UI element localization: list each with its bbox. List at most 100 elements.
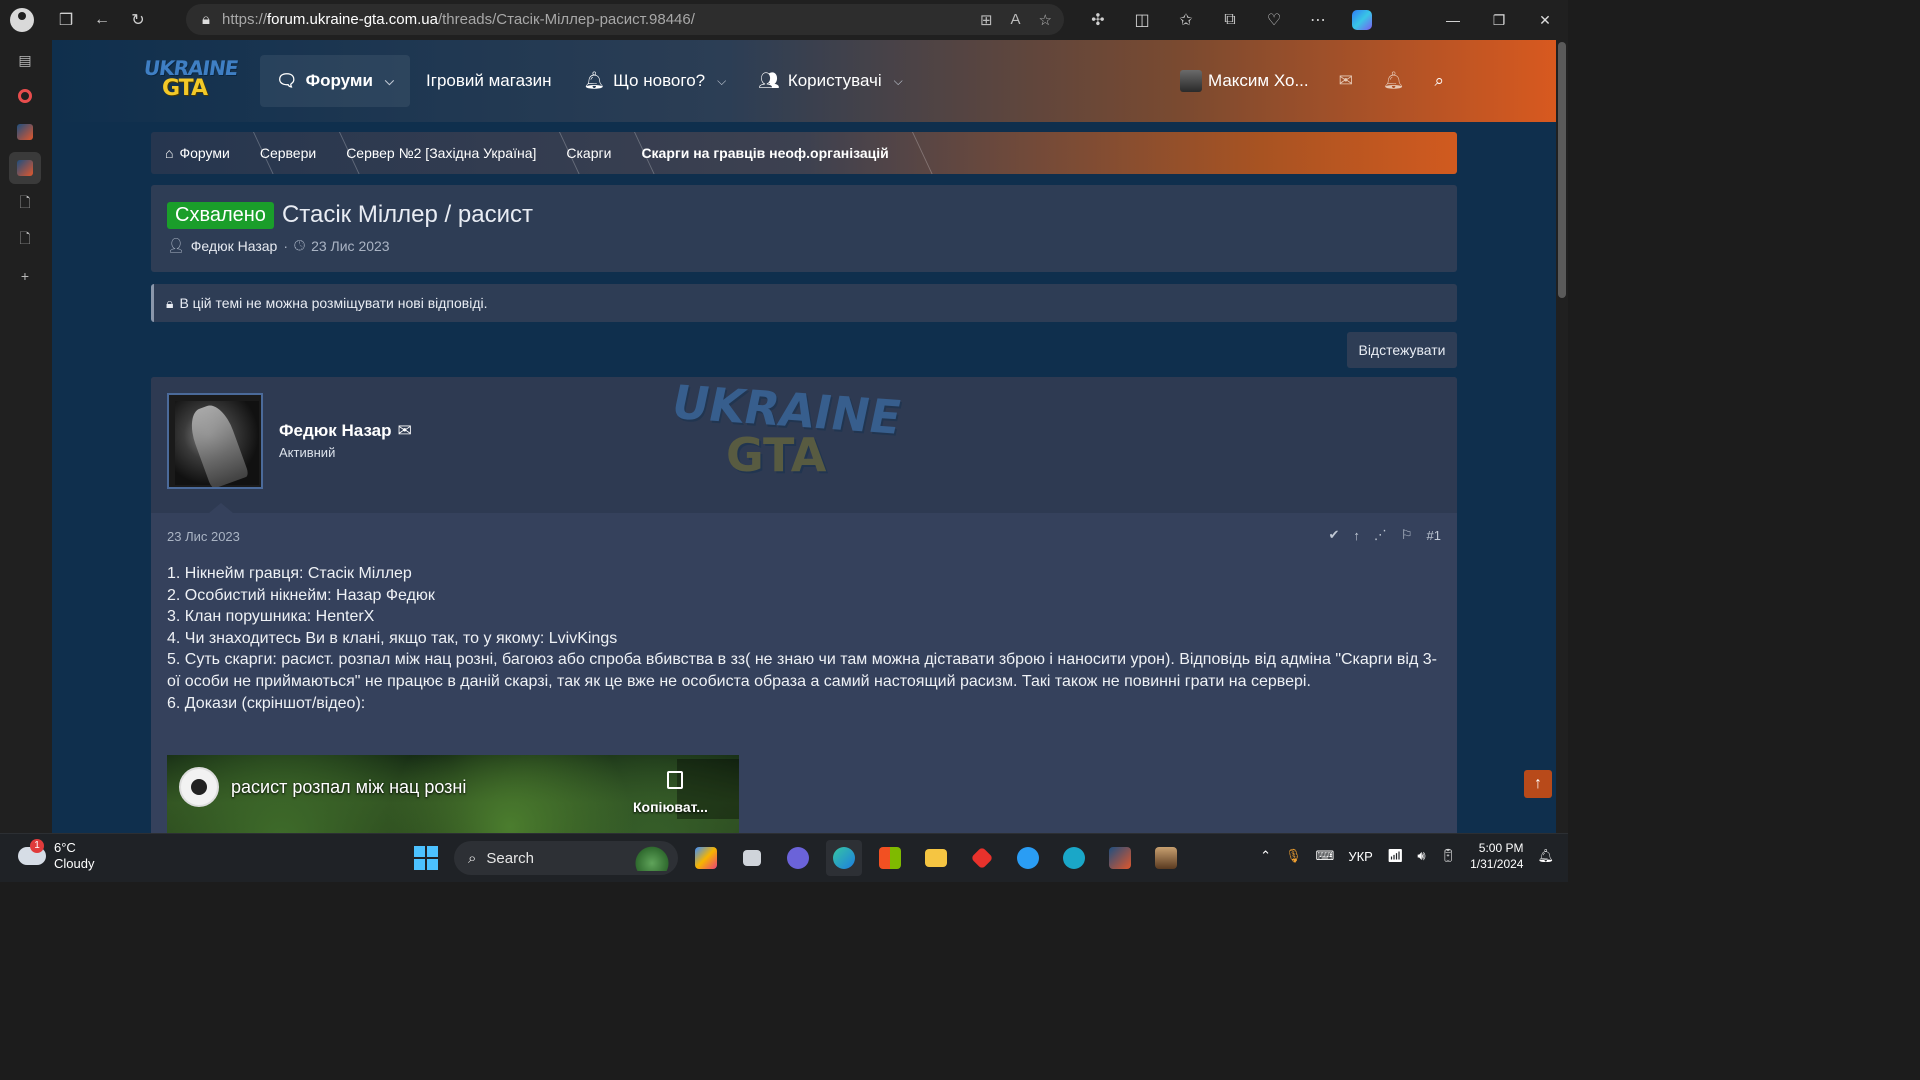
chevron-down-icon[interactable]: ⌵ xyxy=(385,74,394,89)
copy-link-label[interactable]: Копіюват... xyxy=(633,799,708,815)
tab-recording-icon[interactable] xyxy=(9,80,41,112)
chevron-down-icon[interactable]: ⌵ xyxy=(894,74,903,89)
arrow-up-icon[interactable]: ↑ xyxy=(1353,528,1360,543)
channel-avatar[interactable] xyxy=(179,767,219,807)
copy-icon[interactable] xyxy=(667,771,683,789)
split-screen-icon[interactable]: ◫ xyxy=(1124,4,1160,36)
post-date[interactable]: 23 Лис 2023 xyxy=(167,529,240,544)
clock[interactable]: 5:00 PM 1/31/2024 xyxy=(1470,840,1523,872)
workspaces-icon[interactable]: ❒ xyxy=(48,4,84,36)
volume-icon[interactable]: 🔊︎ xyxy=(1417,848,1425,864)
search-icon[interactable]: ⌕ xyxy=(1434,71,1444,91)
copilot-icon[interactable] xyxy=(1344,4,1380,36)
chat-icon: 🗨︎ xyxy=(276,71,298,90)
notification-bell-icon[interactable]: 🔔︎ xyxy=(1537,848,1554,864)
minimize-icon[interactable]: — xyxy=(1430,0,1476,40)
taskbar-search[interactable]: ⌕ Search xyxy=(454,841,678,875)
check-circle-icon[interactable]: ✔ xyxy=(1328,527,1339,543)
task-view-icon[interactable] xyxy=(734,840,770,876)
post-number[interactable]: #1 xyxy=(1427,528,1441,543)
edge-icon[interactable] xyxy=(826,840,862,876)
breadcrumb-forums[interactable]: ⌂ Форуми xyxy=(151,132,246,174)
inbox-icon[interactable]: ✉ xyxy=(1339,71,1353,91)
language-indicator[interactable]: УКР xyxy=(1348,849,1373,864)
nav-whats-new[interactable]: 🔔︎ Що нового? ⌵ xyxy=(568,55,743,107)
post-username[interactable]: Федюк Назар ✉ xyxy=(279,421,412,441)
app-red-diamond-icon[interactable] xyxy=(964,840,1000,876)
breadcrumb-servers[interactable]: Сервери xyxy=(246,132,332,174)
thread-date[interactable]: 23 Лис 2023 xyxy=(311,238,390,254)
video-embed[interactable]: расист розпал між нац розні Копіюват... xyxy=(167,755,739,833)
app-wave-icon[interactable] xyxy=(1056,840,1092,876)
post-line: 6. Докази (скріншот/відео): xyxy=(167,694,366,712)
thread-author-link[interactable]: Федюк Назар xyxy=(191,238,278,254)
avatar[interactable] xyxy=(167,393,263,489)
nav-game-shop[interactable]: Ігровий магазин xyxy=(410,55,568,107)
start-icon[interactable] xyxy=(408,840,444,876)
video-title[interactable]: расист розпал між нац розні xyxy=(231,777,466,798)
site-logo[interactable]: UKRAINE GTA xyxy=(142,56,239,102)
help-icon[interactable] xyxy=(1010,840,1046,876)
chevron-up-icon[interactable]: ⌃ xyxy=(1260,848,1271,864)
breadcrumb-complaints[interactable]: Скарги xyxy=(552,132,627,174)
main-nav: 🗨︎ Форуми ⌵ Ігровий магазин 🔔︎ Що нового… xyxy=(260,40,919,122)
tab-forum-1[interactable] xyxy=(9,116,41,148)
scroll-to-top-button[interactable]: ↑ xyxy=(1524,770,1552,798)
avatar-app-icon[interactable] xyxy=(1148,840,1184,876)
breadcrumb-server-2[interactable]: Сервер №2 [Західна Україна] xyxy=(332,132,552,174)
wifi-icon[interactable]: 📶︎ xyxy=(1387,848,1404,864)
restore-icon[interactable]: ❐ xyxy=(1476,0,1522,40)
read-aloud-icon[interactable]: A xyxy=(1011,11,1021,28)
profile-icon[interactable] xyxy=(10,8,34,32)
users-icon: 👥︎ xyxy=(758,71,780,90)
more-icon[interactable]: ⋯ xyxy=(1300,4,1336,36)
address-bar[interactable]: 🔒︎ https://forum.ukraine-gta.com.ua/thre… xyxy=(186,4,1064,35)
collections-icon[interactable]: ⧉ xyxy=(1212,4,1248,36)
lock-icon: 🔒︎ xyxy=(166,294,174,311)
game-launcher-icon[interactable] xyxy=(1102,840,1138,876)
system-tray: ⌃ 🎙︎ ⌨ УКР 📶︎ 🔊︎ 🔋︎ 5:00 PM 1/31/2024 🔔︎ xyxy=(1260,840,1554,872)
app-available-icon[interactable]: ⊞ xyxy=(980,11,993,29)
tab-document-2-icon[interactable]: 🗋 xyxy=(9,224,41,256)
user-title: Активний xyxy=(279,445,336,460)
new-tab-icon[interactable]: + xyxy=(9,260,41,292)
microphone-icon[interactable]: 🎙︎ xyxy=(1285,848,1302,864)
share-icon[interactable]: ⋰ xyxy=(1374,527,1387,543)
extensions-icon[interactable]: ✣ xyxy=(1080,4,1116,36)
post-actions: ✔ ↑ ⋰ ⚐ #1 xyxy=(1328,527,1441,543)
favorites-icon[interactable]: ✩ xyxy=(1168,4,1204,36)
file-explorer-icon[interactable] xyxy=(918,840,954,876)
chevron-down-icon[interactable]: ⌵ xyxy=(717,74,726,89)
back-icon[interactable]: ← xyxy=(84,4,120,36)
tab-panel-toggle-icon[interactable]: ▤ xyxy=(9,44,41,76)
tab-forum-active[interactable] xyxy=(9,152,41,184)
nav-users[interactable]: 👥︎ Користувачі ⌵ xyxy=(742,55,919,107)
weather-condition: Cloudy xyxy=(54,856,95,871)
taskbar: 1 6°C Cloudy ⌕ Search ⌃ 🎙︎ ⌨ УКР 📶︎ 🔊︎ 🔋… xyxy=(0,833,1568,882)
alerts-bell-icon[interactable]: 🔔︎ xyxy=(1383,71,1405,91)
post-line: 4. Чи знаходитесь Ви в клані, якщо так, … xyxy=(167,629,618,647)
refresh-icon[interactable]: ↻ xyxy=(120,4,156,36)
breadcrumb-current[interactable]: Скарги на гравців неоф.організацій xyxy=(627,132,904,174)
close-icon[interactable]: ✕ xyxy=(1522,0,1568,40)
battery-icon[interactable]: 🔋︎ xyxy=(1440,848,1457,864)
performance-icon[interactable]: ♡ xyxy=(1256,4,1292,36)
tab-document-1-icon[interactable]: 🗋 xyxy=(9,188,41,220)
user-icon: 👤︎ xyxy=(167,237,185,253)
copilot-pre-icon[interactable] xyxy=(688,840,724,876)
keyboard-icon[interactable]: ⌨ xyxy=(1316,848,1335,864)
nav-forums[interactable]: 🗨︎ Форуми ⌵ xyxy=(260,55,411,107)
user-pointer xyxy=(209,503,233,513)
web-page: UKRAINE GTA 🗨︎ Форуми ⌵ Ігровий магазин … xyxy=(52,40,1556,833)
favorite-star-icon[interactable]: ☆ xyxy=(1039,11,1052,29)
teams-chat-icon[interactable] xyxy=(780,840,816,876)
page-scrollbar[interactable] xyxy=(1556,40,1568,833)
store-icon[interactable] xyxy=(872,840,908,876)
watermark-logo: UKRAINE GTA xyxy=(666,377,907,482)
bookmark-icon[interactable]: ⚐ xyxy=(1401,527,1413,543)
lock-icon: 🔒︎ xyxy=(202,11,210,28)
account-menu[interactable]: Максим Хо... xyxy=(1180,70,1309,92)
thread-meta: 👤︎ Федюк Назар · 🕓︎ 23 Лис 2023 xyxy=(167,237,1441,254)
weather-widget[interactable]: 1 6°C Cloudy xyxy=(18,839,95,872)
watch-button[interactable]: Відстежувати xyxy=(1347,332,1457,368)
